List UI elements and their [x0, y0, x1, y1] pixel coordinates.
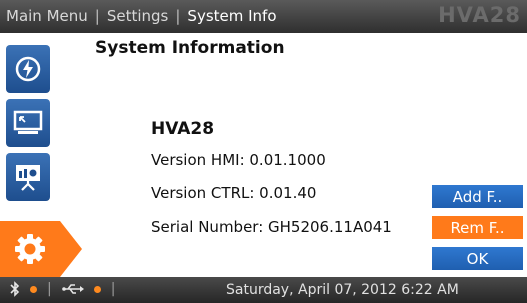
- device-model-badge: HVA28: [438, 3, 521, 27]
- breadcrumb-main-menu[interactable]: Main Menu: [6, 7, 88, 25]
- device-model: HVA28: [151, 119, 215, 139]
- ok-button[interactable]: OK: [432, 247, 523, 270]
- active-indicator-arrow: [60, 221, 82, 277]
- monitor-icon: [13, 110, 43, 134]
- sidebar: [0, 33, 82, 277]
- version-ctrl: Version CTRL: 0.01.40: [151, 184, 317, 202]
- sidebar-item-display[interactable]: [6, 99, 50, 147]
- sidebar-item-presentation[interactable]: [6, 153, 50, 201]
- gear-icon: [15, 234, 45, 264]
- status-separator: |: [47, 281, 52, 297]
- sidebar-item-settings[interactable]: [0, 221, 82, 277]
- breadcrumb-settings[interactable]: Settings: [107, 7, 169, 25]
- datetime-display: Saturday, April 07, 2012 6:22 AM: [226, 282, 459, 298]
- breadcrumb-separator: |: [175, 7, 181, 25]
- breadcrumb: Main Menu | Settings | System Info: [6, 7, 277, 25]
- remove-button[interactable]: Rem F..: [432, 216, 523, 239]
- add-button[interactable]: Add F..: [432, 185, 523, 208]
- breadcrumb-separator: |: [94, 7, 100, 25]
- bluetooth-status-dot: [30, 285, 37, 293]
- bluetooth-icon: [10, 281, 20, 297]
- usb-status-dot: [93, 285, 101, 293]
- power-bolt-icon: [15, 56, 41, 82]
- breadcrumb-system-info: System Info: [187, 7, 277, 25]
- version-hmi: Version HMI: 0.01.1000: [151, 151, 326, 169]
- presentation-icon: [16, 165, 40, 191]
- usb-icon: [61, 284, 84, 294]
- status-separator: |: [110, 281, 116, 297]
- status-bar: | | Saturday, April 07, 2012 6:22 AM: [0, 277, 527, 303]
- page-title: System Information: [95, 38, 285, 58]
- serial-number: Serial Number: GH5206.11A041: [151, 218, 392, 236]
- sidebar-item-power[interactable]: [6, 45, 50, 93]
- status-indicators: | |: [10, 281, 115, 297]
- top-bar: Main Menu | Settings | System Info HVA28: [0, 0, 527, 33]
